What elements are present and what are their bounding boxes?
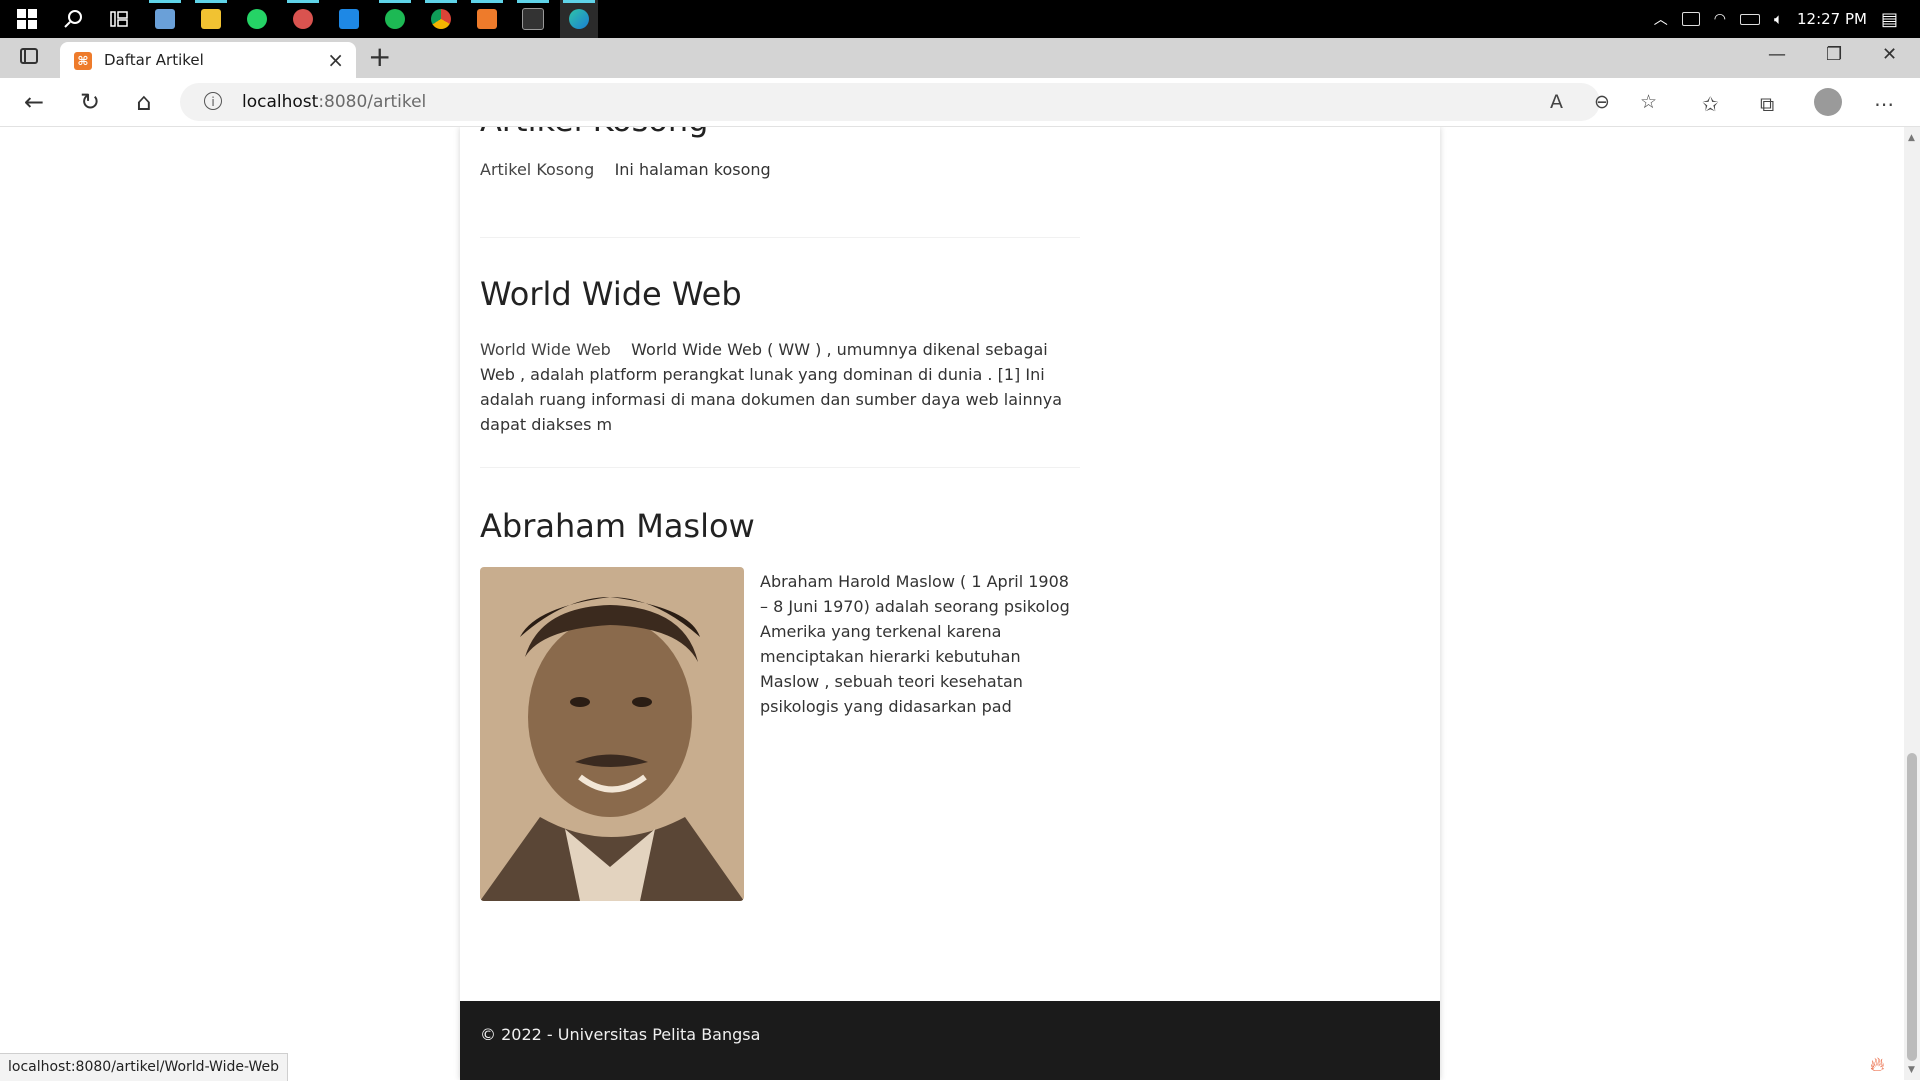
zoom-out-icon[interactable]: ⊖ [1594,91,1610,113]
home-icon[interactable]: ⌂ [128,86,160,118]
favorites-icon[interactable]: ✩ [1702,92,1719,116]
read-aloud-icon[interactable]: A [1550,91,1563,113]
more-options-icon[interactable]: ⋯ [1874,92,1894,116]
chevron-up-icon[interactable]: ︿ [1654,9,1668,29]
article-title[interactable]: Abraham Maslow [480,507,755,545]
scroll-up-icon[interactable]: ▲ [1908,133,1915,143]
article-text: Ini halaman kosong [614,160,771,179]
photos-icon[interactable] [146,0,184,38]
page-scrollbar[interactable]: ▲ ▼ [1904,127,1920,1080]
article-image-broken: World Wide Web [480,340,611,359]
tab-daftar-artikel[interactable]: ⌘ Daftar Artikel × [60,42,356,78]
article-text: Abraham Harold Maslow ( 1 April 1908 – 8… [760,572,1070,716]
meet-icon[interactable] [1681,12,1700,26]
divider [480,467,1080,468]
back-icon[interactable]: ← [18,86,50,118]
edge-icon[interactable] [560,0,598,38]
article-title[interactable]: World Wide Web [480,275,742,313]
article-image-broken: Artikel Kosong [480,160,595,179]
file-explorer-icon[interactable] [192,0,230,38]
notification-icon[interactable]: ▤ [1881,9,1898,30]
taskbar: ︿ ◠ 🔈︎ 12:27 PM ▤ [0,0,1920,38]
profile-avatar[interactable] [1814,88,1842,116]
footer: © 2022 - Universitas Pelita Bangsa [460,1001,1440,1080]
chrome-icon[interactable] [422,0,460,38]
vscode-icon[interactable] [330,0,368,38]
article-content: Artikel Kosong Ini halaman kosong [480,157,1080,182]
divider [480,237,1080,238]
minimize-button[interactable]: — [1768,44,1786,65]
xampp-icon[interactable] [468,0,506,38]
tab-title: Daftar Artikel [104,51,204,69]
close-tab-icon[interactable]: × [327,48,344,72]
tab-strip: ⌘ Daftar Artikel × + — ❐ ✕ [0,38,1920,78]
volume-icon[interactable]: 🔈︎ [1774,10,1783,28]
content-container: Artikel Kosong Artikel Kosong Ini halama… [460,127,1440,1080]
refresh-icon[interactable]: ↻ [74,86,106,118]
article-title[interactable]: Artikel Kosong [480,127,708,139]
page-viewport: Artikel Kosong Artikel Kosong Ini halama… [0,127,1904,1080]
terminal-icon[interactable] [514,0,552,38]
whatsapp-icon[interactable] [238,0,276,38]
browser-toolbar: ← ↻ ⌂ i localhost:8080/artikel A ⊖ ☆ ✩ ⧉… [0,78,1920,127]
task-view-icon[interactable] [100,0,138,38]
close-window-button[interactable]: ✕ [1882,44,1897,65]
portrait-photo [480,567,744,901]
collections-icon[interactable]: ⧉ [1760,92,1774,116]
scroll-thumb[interactable] [1907,753,1917,1061]
site-info-icon[interactable]: i [204,92,222,110]
footer-copyright: © 2022 - Universitas Pelita Bangsa [480,1025,761,1044]
spotify-icon[interactable] [376,0,414,38]
article-content: World Wide Web World Wide Web ( WW ) , u… [480,337,1080,437]
flame-icon[interactable]: 🔥︎ [1870,1052,1885,1076]
system-tray: ︿ ◠ 🔈︎ 12:27 PM ▤ [1654,0,1920,38]
battery-icon[interactable] [1739,13,1760,25]
wifi-icon[interactable]: ◠ [1714,11,1726,27]
search-icon[interactable] [54,0,92,38]
windows-start-icon[interactable] [8,0,46,38]
tab-actions-icon[interactable] [20,48,38,64]
article-image [480,567,744,901]
xampp-favicon-icon: ⌘ [74,52,92,70]
address-bar[interactable]: i localhost:8080/artikel A ⊖ ☆ [180,83,1657,121]
cloud-app-icon[interactable] [284,0,322,38]
link-status-bar: localhost:8080/artikel/World-Wide-Web [0,1053,288,1081]
restore-button[interactable]: ❐ [1826,44,1842,65]
scroll-down-icon[interactable]: ▼ [1908,1065,1915,1075]
address-url[interactable]: localhost:8080/artikel [242,92,426,112]
new-tab-button[interactable]: + [368,42,391,72]
add-favorite-icon[interactable]: ☆ [1640,91,1657,113]
clock[interactable]: 12:27 PM [1797,10,1867,28]
